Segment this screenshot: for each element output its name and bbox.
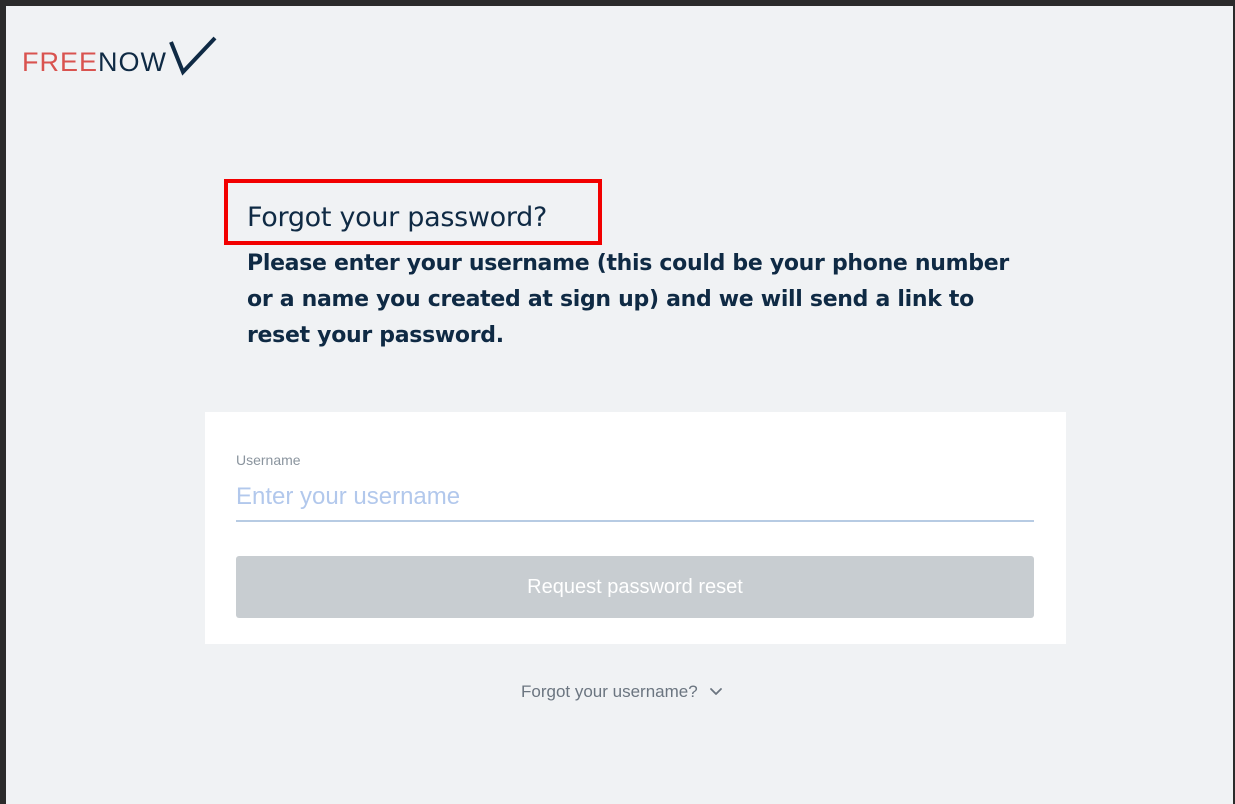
username-label: Username	[236, 452, 301, 468]
username-input[interactable]	[236, 474, 1034, 522]
request-password-reset-button[interactable]: Request password reset	[236, 556, 1034, 618]
page-frame: FREE NOW Forgot your password? Please en…	[6, 6, 1233, 804]
chevron-down-icon	[709, 688, 722, 695]
checkmark-logo-icon	[169, 36, 217, 76]
page-title: Forgot your password?	[247, 202, 548, 233]
reset-form-card: Username Request password reset	[205, 412, 1066, 644]
logo-now-text: NOW	[98, 47, 167, 77]
freenow-logo[interactable]: FREE NOW	[22, 32, 217, 76]
logo-free-text: FREE	[22, 47, 99, 77]
page-description: Please enter your username (this could b…	[247, 251, 1009, 348]
forgot-username-label: Forgot your username?	[521, 682, 698, 701]
forgot-username-link[interactable]: Forgot your username?	[521, 682, 724, 702]
